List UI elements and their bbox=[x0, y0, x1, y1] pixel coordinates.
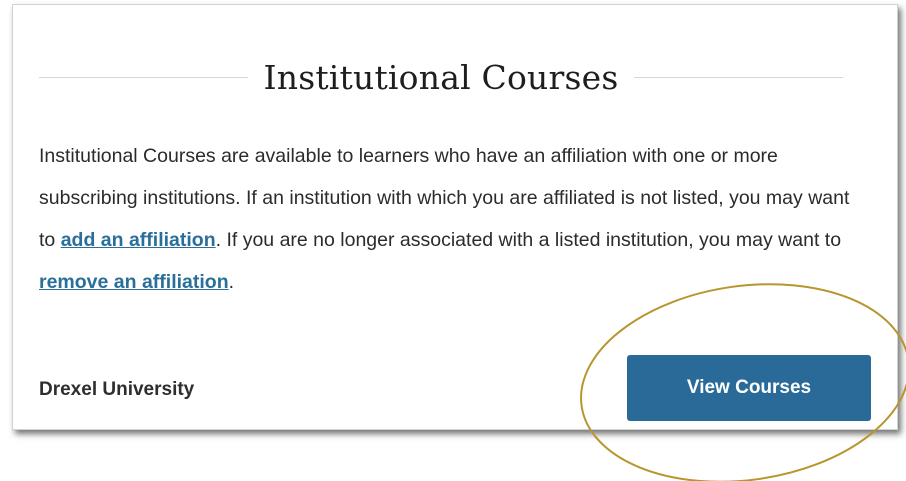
institution-name: Drexel University bbox=[39, 379, 195, 400]
description-text-2: . If you are no longer associated with a… bbox=[215, 229, 842, 251]
section-description: Institutional Courses are available to l… bbox=[39, 135, 869, 303]
view-courses-button[interactable]: View Courses bbox=[627, 355, 871, 421]
institution-row: Drexel University View Courses bbox=[39, 355, 871, 421]
heading-rule-left bbox=[39, 76, 248, 78]
section-heading: Institutional Courses bbox=[39, 49, 843, 105]
add-affiliation-link[interactable]: add an affiliation bbox=[61, 229, 216, 251]
heading-rule-right bbox=[634, 76, 843, 78]
institutional-courses-card: Institutional Courses Institutional Cour… bbox=[12, 4, 898, 430]
page-title: Institutional Courses bbox=[263, 57, 619, 97]
description-text-3: . bbox=[228, 271, 235, 293]
remove-affiliation-link[interactable]: remove an affiliation bbox=[39, 271, 229, 293]
